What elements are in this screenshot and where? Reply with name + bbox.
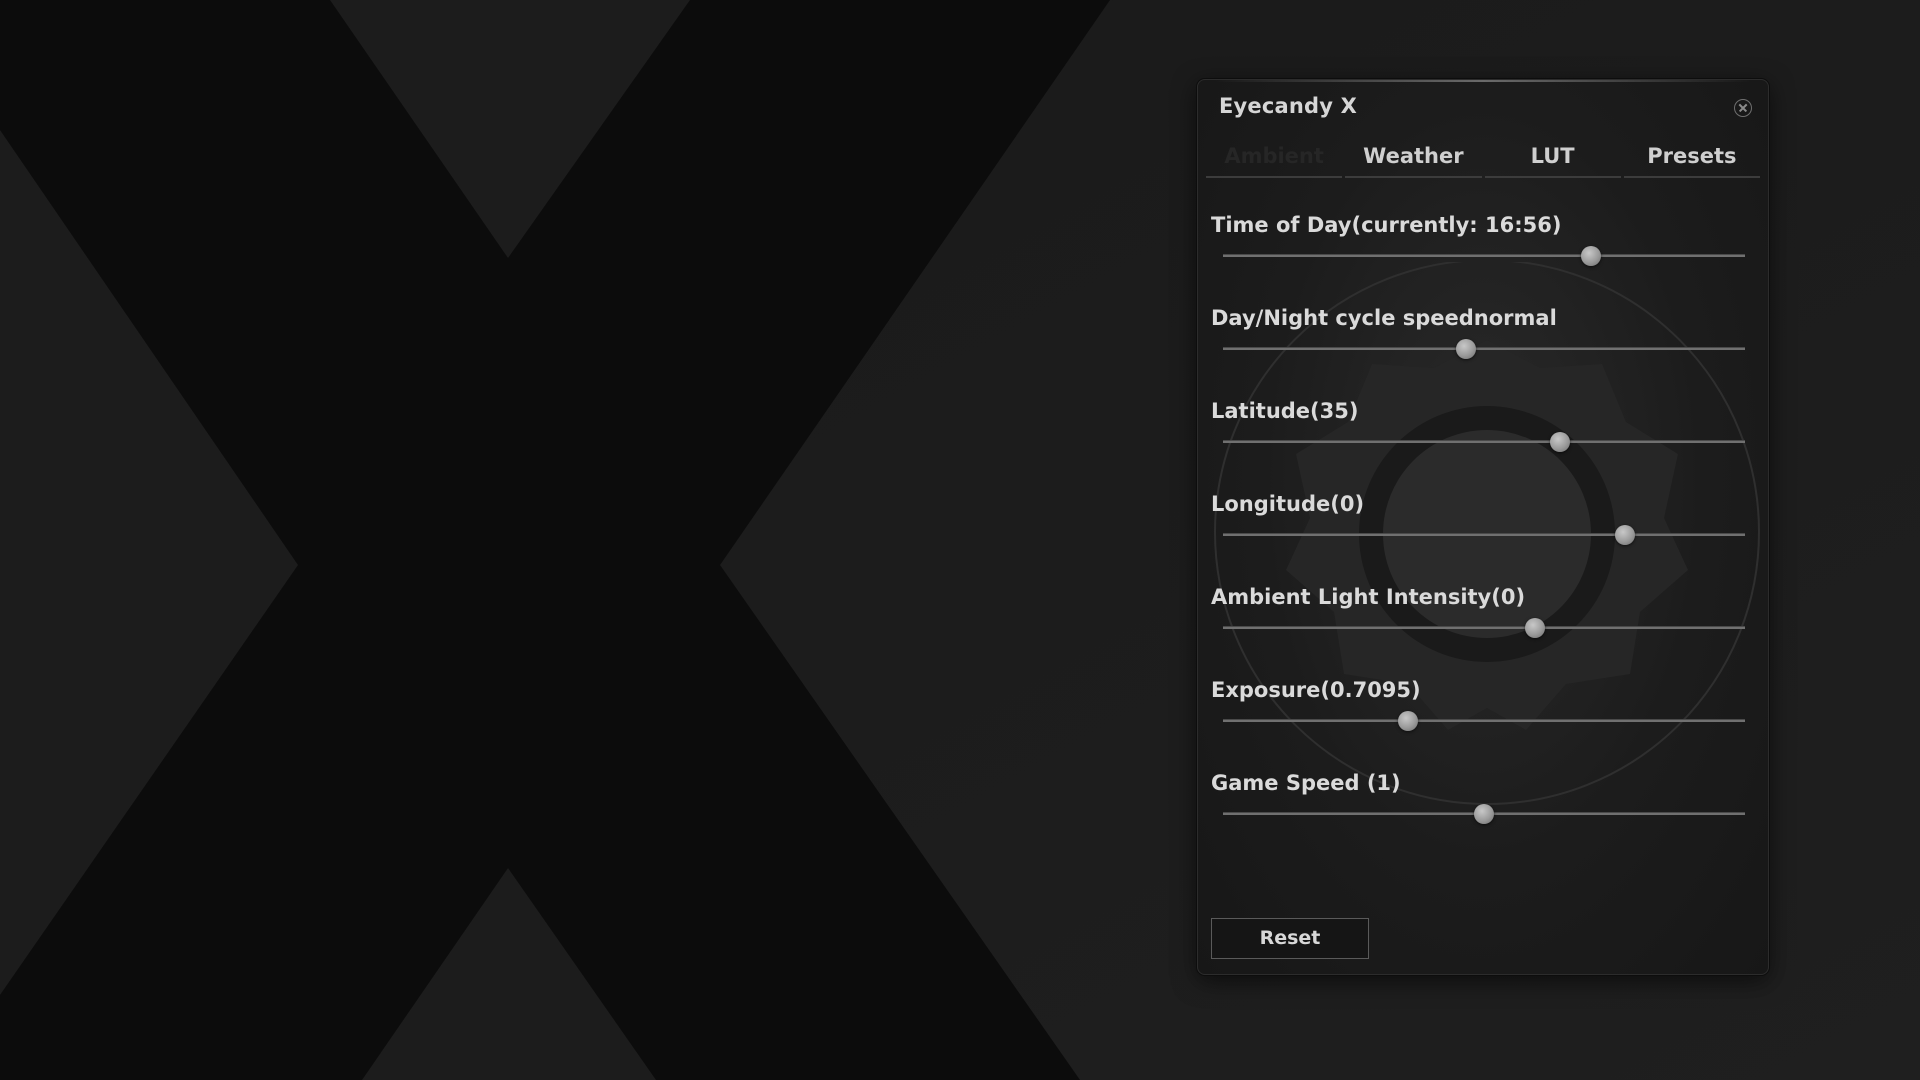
close-icon[interactable] — [1734, 99, 1752, 117]
slider-track[interactable] — [1223, 711, 1745, 731]
slider-track[interactable] — [1223, 339, 1745, 359]
slider-thumb[interactable] — [1549, 432, 1570, 452]
slider-row: Time of Day(currently: 16:56) — [1198, 213, 1768, 306]
slider-row: Longitude(0) — [1198, 492, 1768, 585]
slider-track[interactable] — [1223, 618, 1745, 638]
slider-row: Game Speed (1) — [1198, 771, 1768, 864]
slider-label: Exposure(0.7095) — [1211, 678, 1421, 702]
tab-ambient[interactable]: Ambient — [1206, 132, 1343, 178]
slider-label: Longitude(0) — [1211, 492, 1365, 516]
window-top-highlight — [1216, 80, 1750, 82]
window-title: Eyecandy X — [1219, 94, 1358, 118]
slider-thumb[interactable] — [1615, 525, 1636, 545]
slider-label: Ambient Light Intensity(0) — [1211, 585, 1526, 609]
slider-thumb[interactable] — [1398, 711, 1419, 731]
slider-track[interactable] — [1223, 525, 1745, 545]
slider-row: Exposure(0.7095) — [1198, 678, 1768, 771]
tab-lut[interactable]: LUT — [1484, 132, 1621, 178]
slider-thumb[interactable] — [1456, 339, 1477, 359]
slider-track[interactable] — [1223, 432, 1745, 452]
eyecandy-window: Eyecandy X Ambient Weather LUT Presets Time… — [1197, 79, 1769, 975]
slider-label: Time of Day(currently: 16:56) — [1211, 213, 1562, 237]
tab-presets[interactable]: Presets — [1623, 132, 1760, 178]
tab-weather[interactable]: Weather — [1345, 132, 1482, 178]
slider-row: Day/Night cycle speednormal — [1198, 306, 1768, 399]
slider-label: Latitude(35) — [1211, 399, 1359, 423]
slider-track[interactable] — [1223, 246, 1745, 266]
slider-row: Latitude(35) — [1198, 399, 1768, 492]
slider-label: Day/Night cycle speednormal — [1211, 306, 1557, 330]
slider-thumb[interactable] — [1474, 804, 1494, 824]
reset-button[interactable]: Reset — [1211, 918, 1369, 959]
desktop-background: Eyecandy X Ambient Weather LUT Presets Time… — [0, 0, 1920, 1080]
slider-thumb[interactable] — [1581, 246, 1601, 266]
slider-track[interactable] — [1223, 804, 1745, 824]
slider-row: Ambient Light Intensity(0) — [1198, 585, 1768, 678]
tab-bar: Ambient Weather LUT Presets — [1206, 132, 1760, 178]
slider-thumb[interactable] — [1524, 618, 1545, 638]
slider-label: Game Speed (1) — [1211, 771, 1401, 795]
